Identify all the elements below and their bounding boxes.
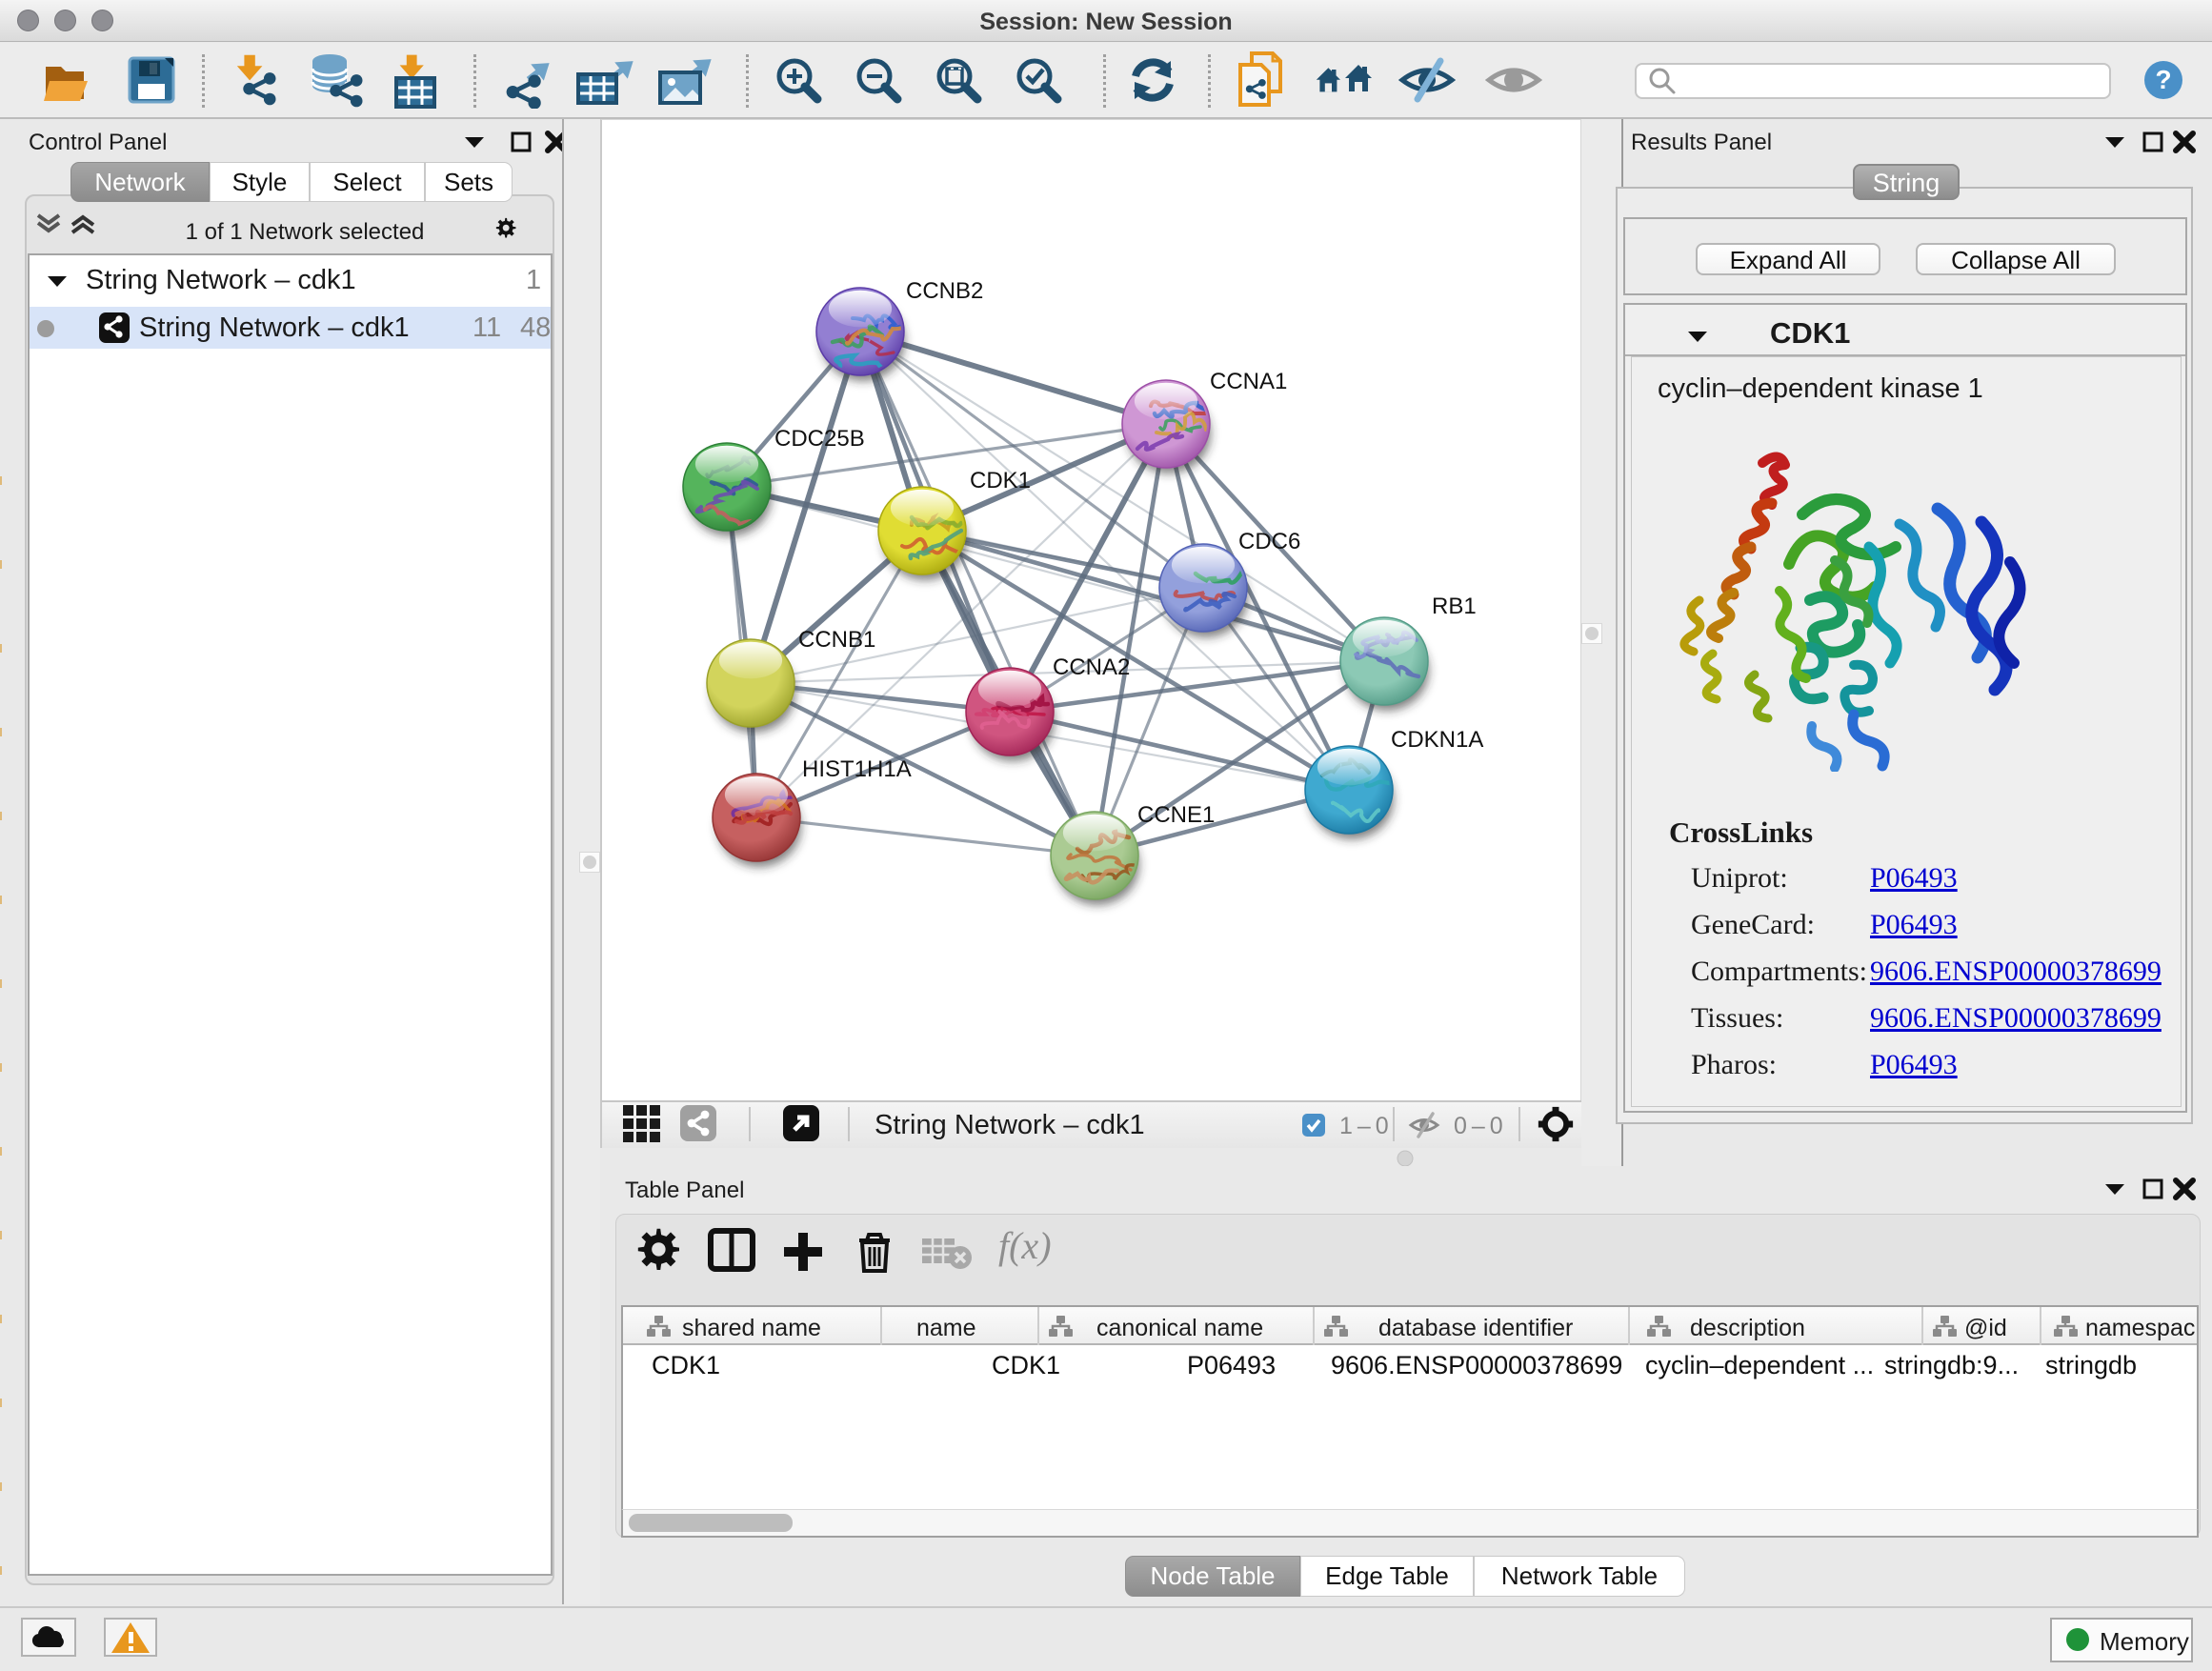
svg-text:CCNB2: CCNB2 (906, 278, 983, 304)
svg-text:CCNA1: CCNA1 (1210, 369, 1287, 394)
svg-text:CCNB1: CCNB1 (798, 627, 875, 653)
svg-text:CDC25B: CDC25B (774, 426, 865, 452)
svg-text:CCNA2: CCNA2 (1053, 654, 1130, 680)
svg-text:CDKN1A: CDKN1A (1391, 727, 1483, 753)
svg-text:HIST1H1A: HIST1H1A (802, 756, 912, 782)
svg-text:?: ? (2155, 65, 2171, 94)
svg-text:CCNE1: CCNE1 (1137, 802, 1215, 828)
svg-text:CDC6: CDC6 (1238, 529, 1300, 554)
svg-text:RB1: RB1 (1432, 594, 1477, 619)
svg-text:CDK1: CDK1 (970, 468, 1031, 493)
